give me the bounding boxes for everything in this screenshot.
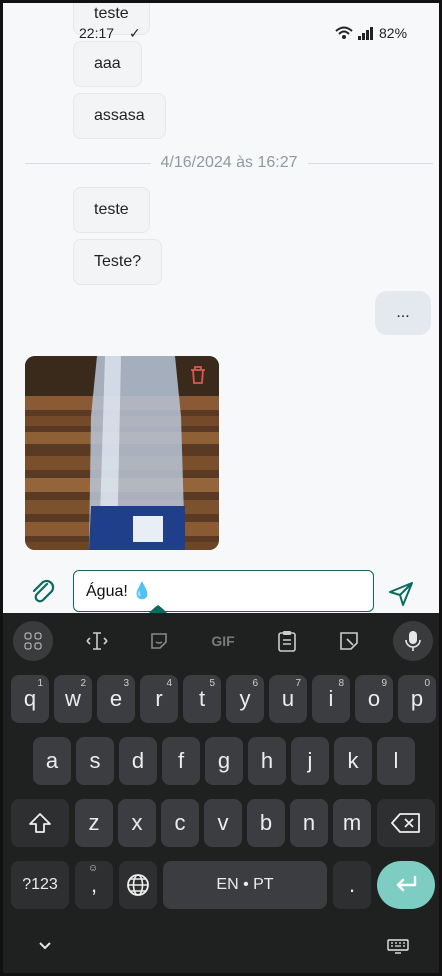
wifi-icon xyxy=(335,26,353,39)
key-o[interactable]: o9 xyxy=(355,675,393,723)
key-c[interactable]: c xyxy=(161,799,199,847)
key-d[interactable]: d xyxy=(119,737,157,785)
space-key[interactable]: EN • PT xyxy=(163,861,327,909)
key-p[interactable]: p0 xyxy=(398,675,436,723)
key-i[interactable]: i8 xyxy=(312,675,350,723)
backspace-key[interactable] xyxy=(377,799,435,847)
emoji-icon: ☺ xyxy=(88,863,99,874)
keyboard-toolbar: GIF xyxy=(3,613,439,669)
clipboard-icon[interactable] xyxy=(267,621,307,661)
key-m[interactable]: m xyxy=(333,799,371,847)
message-text: aaa xyxy=(94,55,121,72)
send-icon[interactable] xyxy=(387,580,415,613)
message-text: teste xyxy=(94,5,129,22)
mic-icon[interactable] xyxy=(393,621,433,661)
battery-level: 82% xyxy=(379,25,408,41)
chat-area[interactable]: teste 22:17 ✓ 82% aaa assasa 4/16/2024 à… xyxy=(3,3,439,631)
own-message-bubble[interactable]: ... xyxy=(375,291,431,335)
floating-keyboard-icon[interactable] xyxy=(329,621,369,661)
key-k[interactable]: k xyxy=(334,737,372,785)
sticker-icon[interactable] xyxy=(139,621,179,661)
key-x[interactable]: x xyxy=(118,799,156,847)
apps-grid-icon[interactable] xyxy=(13,621,53,661)
enter-key[interactable] xyxy=(377,861,435,909)
key-y[interactable]: y6 xyxy=(226,675,264,723)
message-bubble[interactable]: aaa xyxy=(73,41,142,87)
phone-screen: teste 22:17 ✓ 82% aaa assasa 4/16/2024 à… xyxy=(0,0,442,976)
gif-button[interactable]: GIF xyxy=(203,621,243,661)
sent-check-icon: ✓ xyxy=(129,25,141,41)
symbols-key[interactable]: ?123 xyxy=(11,861,69,909)
date-divider-label: 4/16/2024 às 16:27 xyxy=(160,154,298,171)
key-s[interactable]: s xyxy=(76,737,114,785)
key-b[interactable]: b xyxy=(247,799,285,847)
message-input[interactable]: Água! 💧 xyxy=(73,570,374,612)
message-text: ... xyxy=(396,304,410,321)
key-h[interactable]: h xyxy=(248,737,286,785)
message-bubble[interactable]: teste xyxy=(73,187,150,233)
message-input-text: Água! 💧 xyxy=(86,583,153,600)
key-r[interactable]: r4 xyxy=(140,675,178,723)
status-time: 22:17 xyxy=(79,25,115,41)
key-v[interactable]: v xyxy=(204,799,242,847)
key-u[interactable]: u7 xyxy=(269,675,307,723)
date-divider: 4/16/2024 às 16:27 xyxy=(25,153,434,173)
key-j[interactable]: j xyxy=(291,737,329,785)
text-cursor-icon[interactable] xyxy=(77,621,117,661)
key-f[interactable]: f xyxy=(162,737,200,785)
key-q[interactable]: q1 xyxy=(11,675,49,723)
navigation-bar xyxy=(3,927,439,973)
key-g[interactable]: g xyxy=(205,737,243,785)
language-globe-icon[interactable] xyxy=(119,861,157,909)
comma-key[interactable]: ☺ , xyxy=(75,861,113,909)
message-text: assasa xyxy=(94,107,145,124)
key-e[interactable]: e3 xyxy=(97,675,135,723)
status-icons: 82% xyxy=(335,25,407,41)
attach-icon[interactable] xyxy=(29,578,57,611)
message-bubble[interactable]: assasa xyxy=(73,93,166,139)
message-bubble[interactable]: Teste? xyxy=(73,239,163,285)
shift-key[interactable] xyxy=(11,799,69,847)
message-text: teste xyxy=(94,201,129,218)
signal-icon xyxy=(358,26,373,40)
message-text: Teste? xyxy=(94,253,142,270)
period-key[interactable]: . xyxy=(333,861,371,909)
trash-icon[interactable] xyxy=(189,365,207,390)
keyboard: GIF ?123 ☺ , EN • PT . q 1 w 2 e 3 r 4 t… xyxy=(3,613,439,973)
key-z[interactable]: z xyxy=(75,799,113,847)
key-l[interactable]: l xyxy=(377,737,415,785)
key-a[interactable]: a xyxy=(33,737,71,785)
hide-keyboard-icon[interactable] xyxy=(35,939,55,958)
key-t[interactable]: t5 xyxy=(183,675,221,723)
keyboard-switch-icon[interactable] xyxy=(387,939,409,960)
key-w[interactable]: w2 xyxy=(54,675,92,723)
key-n[interactable]: n xyxy=(290,799,328,847)
